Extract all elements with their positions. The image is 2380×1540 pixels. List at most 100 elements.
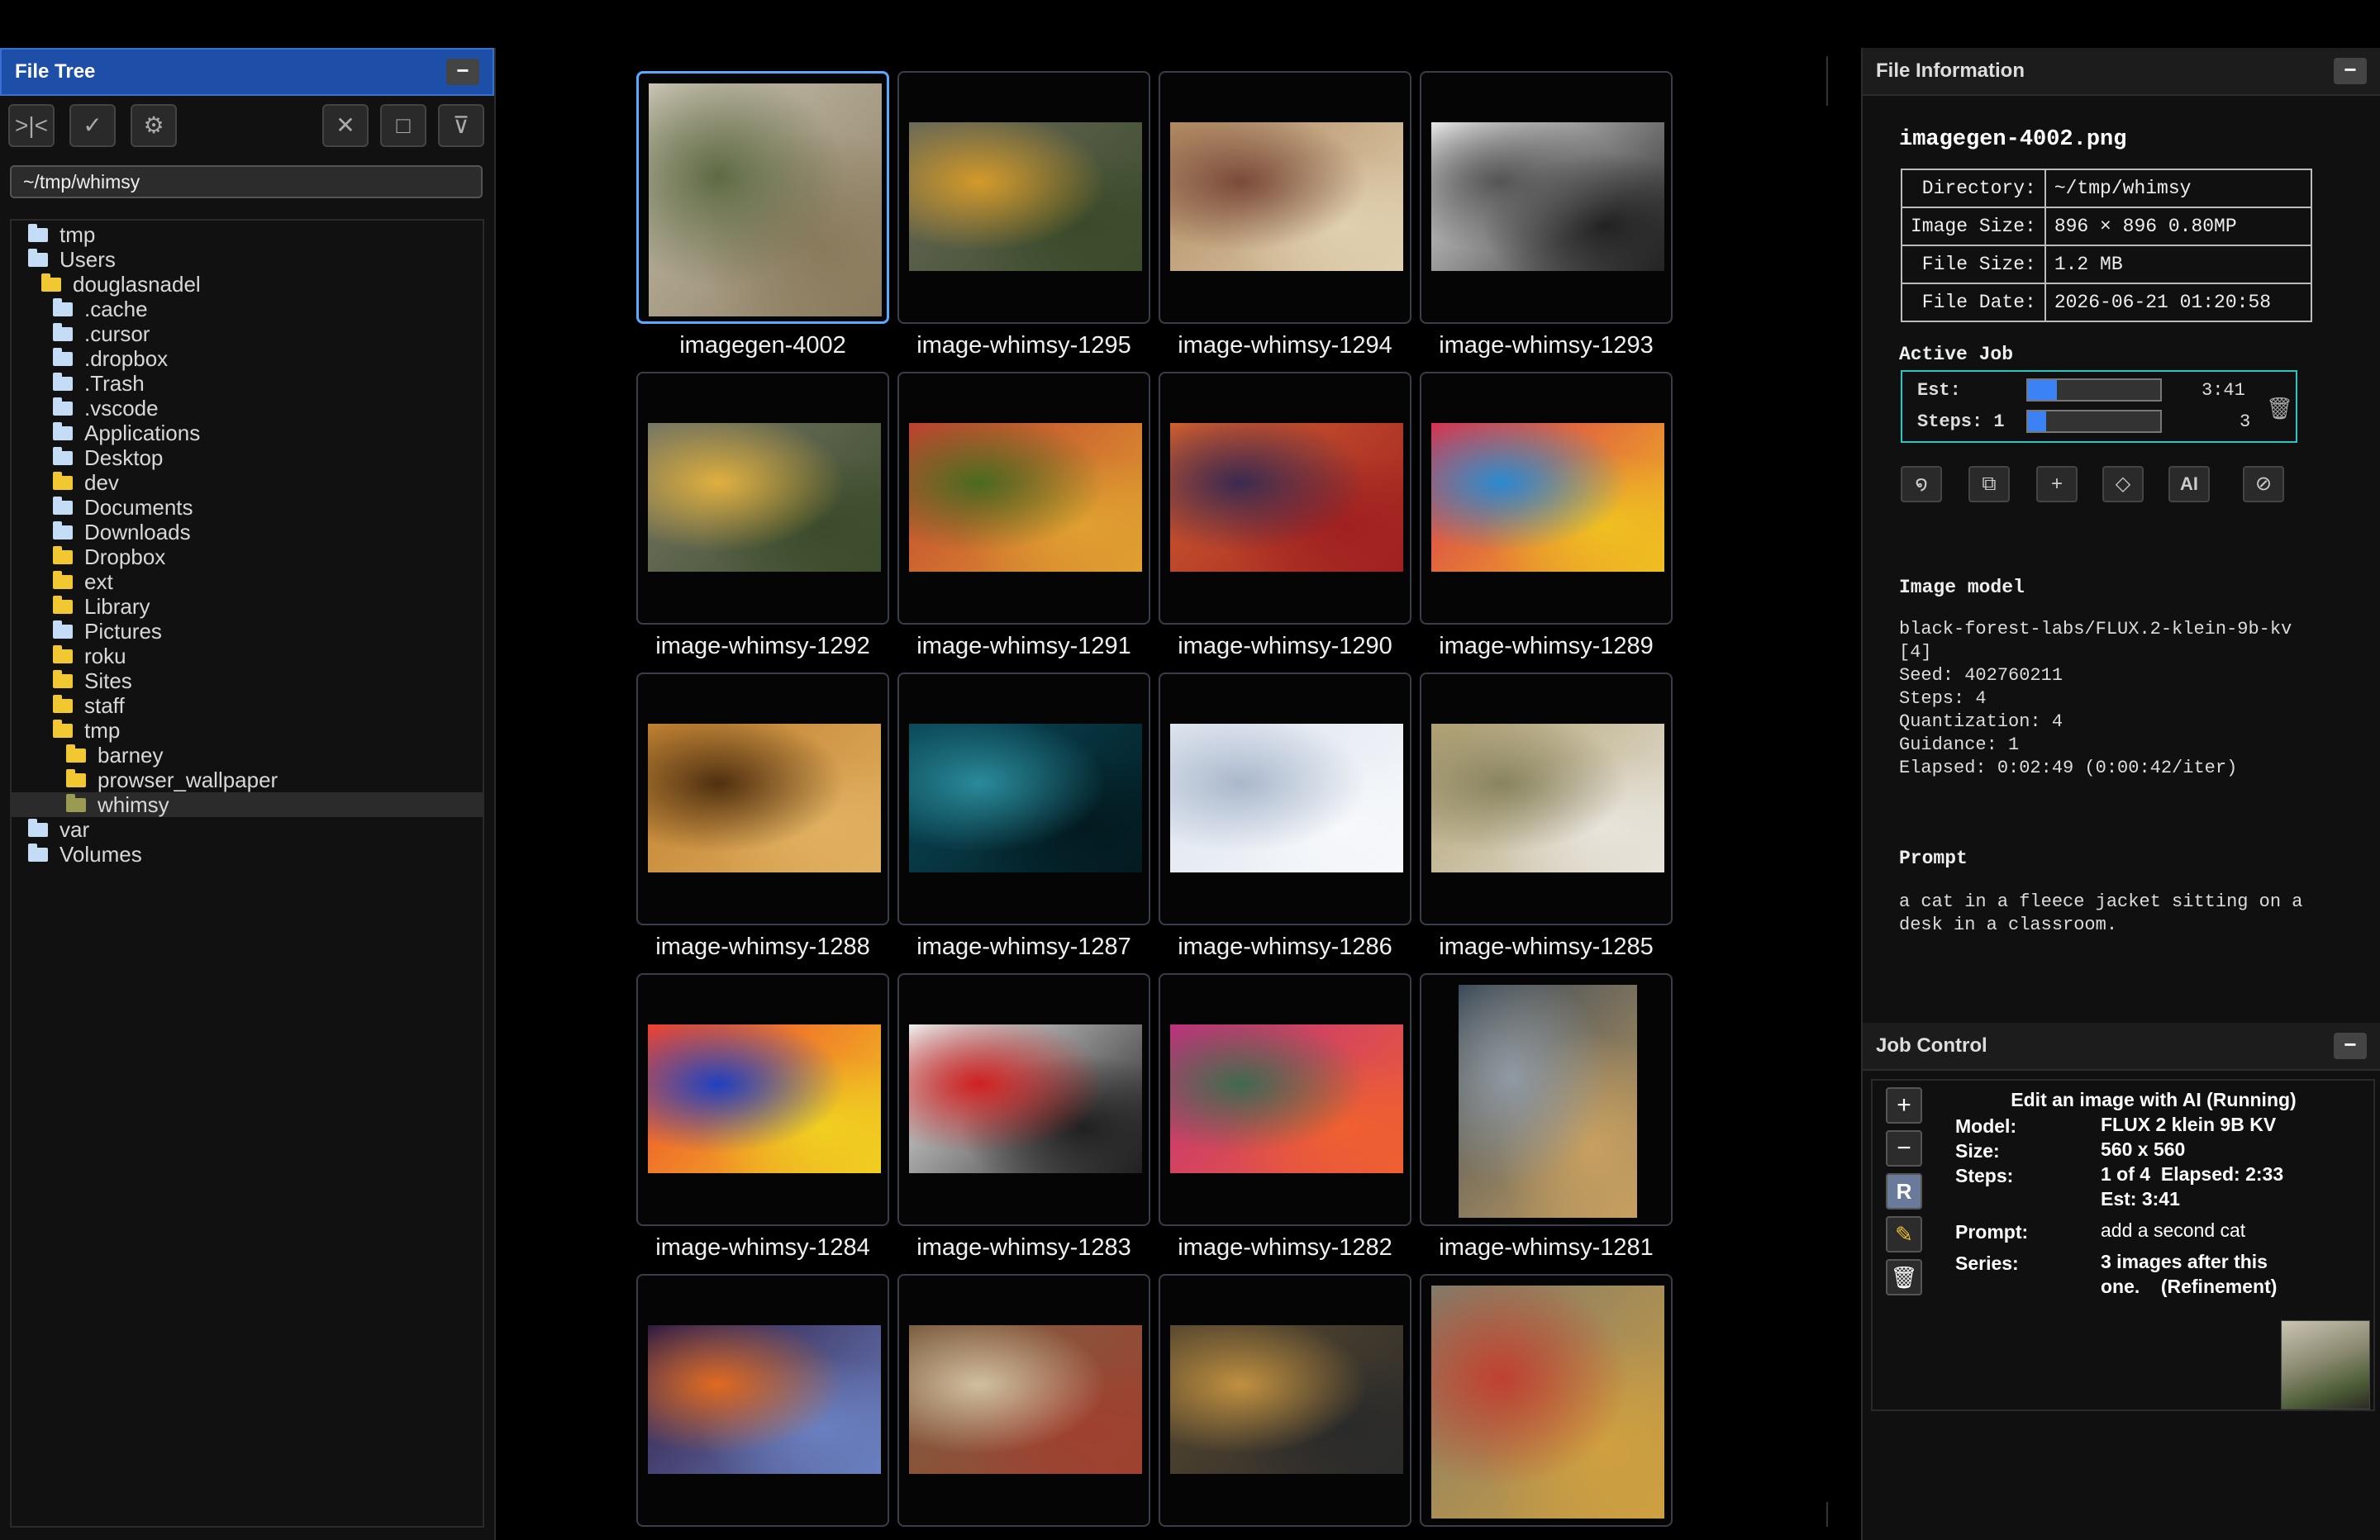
image-thumbnail (909, 423, 1142, 572)
steps-label: Steps: 1 (1917, 411, 2005, 432)
remove-job-button[interactable]: − (1886, 1130, 1922, 1167)
tree-item[interactable]: .cursor (12, 321, 483, 346)
image-tile[interactable] (897, 71, 1150, 324)
image-tile[interactable] (897, 1274, 1150, 1527)
image-thumbnail (648, 423, 881, 572)
image-caption: image-whimsy-1295 (916, 332, 1131, 359)
filter-icon[interactable]: ⊽ (438, 104, 484, 147)
cancel-icon[interactable]: ⊘ (2243, 466, 2284, 502)
image-caption: image-whimsy-1293 (1439, 332, 1654, 359)
plus-icon[interactable]: + (2036, 466, 2078, 502)
add-job-button[interactable]: + (1886, 1087, 1922, 1124)
folder-icon (53, 719, 73, 738)
copy-icon[interactable]: ⧉ (1968, 466, 2010, 502)
image-tile[interactable] (1420, 71, 1673, 324)
tree-item[interactable]: Sites (12, 668, 483, 693)
diamond-icon[interactable]: ◇ (2102, 466, 2144, 502)
tree-item[interactable]: prowser_wallpaper (12, 768, 483, 792)
tree-item[interactable]: Desktop (12, 445, 483, 470)
tree-item[interactable]: Library (12, 594, 483, 619)
image-tile[interactable] (636, 973, 889, 1226)
text-line: a cat in a fleece jacket sitting on a (1899, 891, 2303, 912)
image-tile[interactable] (636, 1274, 889, 1527)
image-caption: image-whimsy-1294 (1178, 332, 1392, 359)
image-tile[interactable] (1159, 673, 1411, 925)
scrollbar-down[interactable] (1826, 1502, 1846, 1527)
image-caption: image-whimsy-1289 (1439, 633, 1654, 659)
path-input[interactable]: ~/tmp/whimsy (10, 165, 483, 198)
file-info-collapse-button[interactable]: − (2334, 58, 2367, 84)
image-tile[interactable] (1159, 1274, 1411, 1527)
image-tile[interactable] (897, 372, 1150, 625)
stop-icon[interactable]: □ (380, 104, 426, 147)
job-card: + − R ✎ 🗑 Edit an image with AI (Running… (1871, 1079, 2375, 1411)
tree-item[interactable]: .dropbox (12, 346, 483, 371)
image-tile[interactable] (1159, 973, 1411, 1226)
file-tree-collapse-button[interactable]: − (446, 59, 479, 85)
tree-item[interactable]: Volumes (12, 842, 483, 867)
image-tile[interactable] (636, 673, 889, 925)
job-control-panel: Job Control − + − R ✎ 🗑 Edit an image wi… (1861, 1023, 2380, 1540)
folder-tree: tmp Users douglasnadel .cache .cursor .dropbo… (10, 219, 484, 1528)
tree-item[interactable]: Users (12, 247, 483, 272)
job-source-thumbnail[interactable] (2281, 1320, 2370, 1409)
image-caption: image-whimsy-1287 (916, 934, 1131, 960)
swirl-icon[interactable]: ໑ (1901, 466, 1942, 502)
est-label: Est: (1917, 380, 1961, 401)
folder-icon (28, 843, 48, 862)
close-icon[interactable]: ✕ (322, 104, 369, 147)
tree-item[interactable]: staff (12, 693, 483, 718)
folder-icon (53, 397, 73, 416)
trash-icon[interactable]: 🗑 (1886, 1259, 1922, 1295)
tree-item[interactable]: douglasnadel (12, 272, 483, 297)
image-tile[interactable] (1420, 372, 1673, 625)
image-caption: image-whimsy-1281 (1439, 1234, 1654, 1261)
tree-item[interactable]: whimsy (12, 792, 483, 817)
tree-item[interactable]: var (12, 817, 483, 842)
image-tile[interactable] (1420, 973, 1673, 1226)
image-grid: imagegen-4002 image-whimsy-1295 image-whim… (496, 48, 1851, 1540)
tree-item[interactable]: dev (12, 470, 483, 495)
image-tile[interactable] (1420, 673, 1673, 925)
est-value: 3:41 (2202, 380, 2245, 401)
tree-item[interactable]: barney (12, 743, 483, 768)
split-icon[interactable]: >|< (8, 104, 55, 147)
image-tile[interactable] (1420, 1274, 1673, 1527)
gear-icon[interactable]: ⚙ (131, 104, 177, 147)
tree-item[interactable]: tmp (12, 222, 483, 247)
job-control-collapse-button[interactable]: − (2334, 1033, 2367, 1059)
image-tile[interactable] (636, 372, 889, 625)
image-tile[interactable] (897, 973, 1150, 1226)
tree-item-label: Volumes (60, 842, 142, 867)
folder-icon (28, 818, 48, 837)
tree-item[interactable]: roku (12, 644, 483, 668)
trash-icon[interactable]: 🗑 (2266, 397, 2293, 422)
folder-icon (28, 223, 48, 242)
info-value: 896 × 896 0.80MP (2044, 207, 2312, 246)
tree-item[interactable]: Dropbox (12, 544, 483, 569)
tree-item[interactable]: ext (12, 569, 483, 594)
folder-icon (53, 297, 73, 316)
image-tile[interactable] (1159, 372, 1411, 625)
model-value: FLUX 2 klein 9B KV (2101, 1114, 2277, 1135)
image-tile[interactable] (1159, 71, 1411, 324)
check-icon[interactable]: ✓ (69, 104, 116, 147)
tree-item[interactable]: Documents (12, 495, 483, 520)
ai-button[interactable]: AI (2168, 466, 2210, 502)
tree-item-label: Desktop (84, 445, 164, 470)
tree-item[interactable]: Downloads (12, 520, 483, 544)
tree-item[interactable]: Applications (12, 421, 483, 445)
image-thumbnail (649, 83, 882, 316)
run-button[interactable]: R (1886, 1173, 1922, 1210)
tree-item[interactable]: .cache (12, 297, 483, 321)
series-value-line2: one. (Refinement) (2101, 1276, 2278, 1297)
pencil-icon[interactable]: ✎ (1886, 1216, 1922, 1252)
tree-item[interactable]: tmp (12, 718, 483, 743)
tree-item[interactable]: .vscode (12, 396, 483, 421)
image-tile[interactable] (897, 673, 1150, 925)
tree-item[interactable]: .Trash (12, 371, 483, 396)
tree-item[interactable]: Pictures (12, 619, 483, 644)
text-line: desk in a classroom. (1899, 915, 2118, 935)
scrollbar-up[interactable] (1826, 56, 1846, 106)
image-tile[interactable] (636, 71, 889, 324)
